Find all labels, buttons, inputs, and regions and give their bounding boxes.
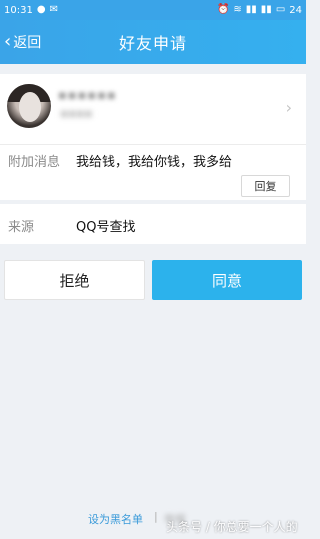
avatar: [7, 84, 51, 128]
wifi-icon: ≋: [233, 4, 242, 15]
message-icon: ✉: [49, 4, 58, 15]
chevron-right-icon: ›: [285, 98, 292, 117]
reject-button[interactable]: 拒绝: [4, 260, 145, 300]
accept-button[interactable]: 同意: [152, 260, 302, 300]
back-label: 返回: [13, 35, 42, 51]
requester-name-obscured: ▪▪▪▪▪▪: [58, 88, 117, 103]
battery-level: 24: [289, 4, 302, 16]
source-label: 来源: [8, 220, 35, 235]
requester-profile-card[interactable]: ▪▪▪▪▪▪ ▪▪▪▪ ›: [0, 74, 306, 144]
watermark: 头条号 / 你总要一个人的: [166, 520, 298, 534]
footer-divider: |: [154, 510, 158, 523]
page-title: 好友申请: [118, 34, 187, 53]
signal-icon: ▮▮: [245, 4, 257, 15]
avatar-face: [19, 92, 41, 122]
reply-button[interactable]: 回复: [241, 175, 290, 197]
status-left: 10:31 ● ✉: [4, 5, 58, 16]
back-button[interactable]: ‹ 返回: [4, 20, 41, 64]
alarm-icon: ⏰: [216, 4, 230, 15]
notification-icon: ●: [36, 4, 46, 15]
source-value: QQ号查找: [76, 220, 136, 235]
source-section: 来源 QQ号查找: [0, 204, 306, 244]
battery-icon: ▭: [275, 4, 286, 15]
message-section: 附加消息 我给钱，我给你钱，我多给 回复: [0, 144, 306, 200]
title-bar: 好友申请 ‹ 返回: [0, 20, 306, 64]
requester-sub-obscured: ▪▪▪▪: [60, 106, 93, 120]
chevron-left-icon: ‹: [4, 31, 12, 52]
status-right: ⏰ ≋ ▮▮ ▮▮ ▭ 24: [217, 5, 302, 16]
status-time: 10:31: [4, 4, 33, 16]
message-text: 我给钱，我给你钱，我多给: [76, 155, 233, 170]
signal-icon-2: ▮▮: [260, 4, 272, 15]
message-label: 附加消息: [8, 155, 61, 170]
status-bar: 10:31 ● ✉ ⏰ ≋ ▮▮ ▮▮ ▭ 24: [0, 0, 306, 20]
blacklist-link[interactable]: 设为黑名单: [88, 511, 143, 527]
